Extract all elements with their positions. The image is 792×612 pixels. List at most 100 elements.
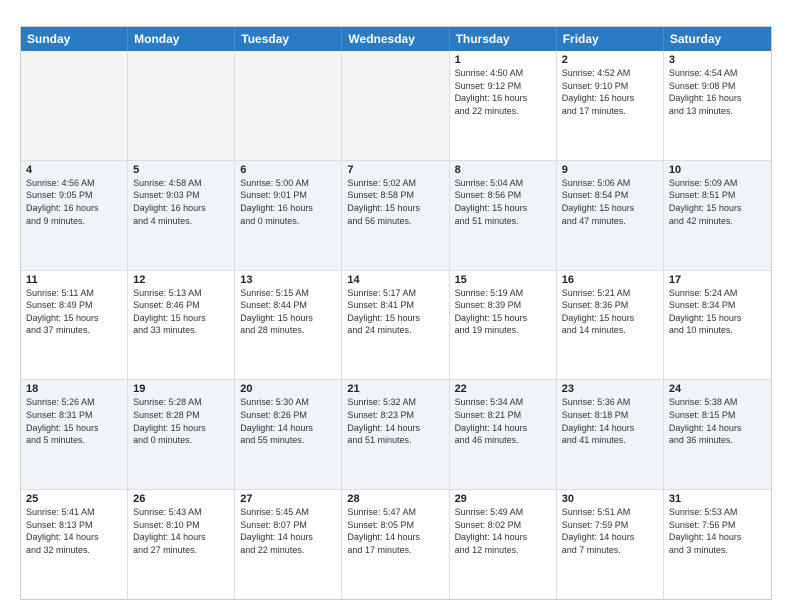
cell-info: Sunrise: 5:30 AM Sunset: 8:26 PM Dayligh… <box>240 396 336 446</box>
calendar-cell: 11Sunrise: 5:11 AM Sunset: 8:49 PM Dayli… <box>21 271 128 380</box>
day-number: 29 <box>455 493 551 505</box>
cell-info: Sunrise: 5:06 AM Sunset: 8:54 PM Dayligh… <box>562 177 658 227</box>
day-number: 5 <box>133 164 229 176</box>
calendar-cell: 8Sunrise: 5:04 AM Sunset: 8:56 PM Daylig… <box>450 161 557 270</box>
calendar-cell: 21Sunrise: 5:32 AM Sunset: 8:23 PM Dayli… <box>342 380 449 489</box>
calendar: SundayMondayTuesdayWednesdayThursdayFrid… <box>20 26 772 600</box>
calendar-body: 1Sunrise: 4:50 AM Sunset: 9:12 PM Daylig… <box>21 51 771 599</box>
day-number: 9 <box>562 164 658 176</box>
day-number: 22 <box>455 383 551 395</box>
cell-info: Sunrise: 5:47 AM Sunset: 8:05 PM Dayligh… <box>347 506 443 556</box>
calendar-cell: 9Sunrise: 5:06 AM Sunset: 8:54 PM Daylig… <box>557 161 664 270</box>
calendar-cell: 6Sunrise: 5:00 AM Sunset: 9:01 PM Daylig… <box>235 161 342 270</box>
day-number: 21 <box>347 383 443 395</box>
day-number: 4 <box>26 164 122 176</box>
day-number: 24 <box>669 383 766 395</box>
cell-info: Sunrise: 5:15 AM Sunset: 8:44 PM Dayligh… <box>240 287 336 337</box>
cell-info: Sunrise: 5:43 AM Sunset: 8:10 PM Dayligh… <box>133 506 229 556</box>
cell-info: Sunrise: 4:58 AM Sunset: 9:03 PM Dayligh… <box>133 177 229 227</box>
cell-info: Sunrise: 4:54 AM Sunset: 9:08 PM Dayligh… <box>669 67 766 117</box>
day-number: 12 <box>133 274 229 286</box>
day-number: 30 <box>562 493 658 505</box>
calendar-cell: 28Sunrise: 5:47 AM Sunset: 8:05 PM Dayli… <box>342 490 449 599</box>
day-number: 26 <box>133 493 229 505</box>
cell-info: Sunrise: 5:34 AM Sunset: 8:21 PM Dayligh… <box>455 396 551 446</box>
cell-info: Sunrise: 5:11 AM Sunset: 8:49 PM Dayligh… <box>26 287 122 337</box>
weekday-header: Sunday <box>21 27 128 51</box>
day-number: 15 <box>455 274 551 286</box>
calendar-cell: 18Sunrise: 5:26 AM Sunset: 8:31 PM Dayli… <box>21 380 128 489</box>
day-number: 13 <box>240 274 336 286</box>
calendar-cell: 23Sunrise: 5:36 AM Sunset: 8:18 PM Dayli… <box>557 380 664 489</box>
day-number: 14 <box>347 274 443 286</box>
calendar-row: 4Sunrise: 4:56 AM Sunset: 9:05 PM Daylig… <box>21 161 771 271</box>
calendar-cell: 25Sunrise: 5:41 AM Sunset: 8:13 PM Dayli… <box>21 490 128 599</box>
day-number: 1 <box>455 54 551 66</box>
calendar-cell: 5Sunrise: 4:58 AM Sunset: 9:03 PM Daylig… <box>128 161 235 270</box>
day-number: 10 <box>669 164 766 176</box>
cell-info: Sunrise: 5:38 AM Sunset: 8:15 PM Dayligh… <box>669 396 766 446</box>
day-number: 17 <box>669 274 766 286</box>
day-number: 8 <box>455 164 551 176</box>
calendar-row: 11Sunrise: 5:11 AM Sunset: 8:49 PM Dayli… <box>21 271 771 381</box>
calendar-cell: 22Sunrise: 5:34 AM Sunset: 8:21 PM Dayli… <box>450 380 557 489</box>
calendar-cell: 29Sunrise: 5:49 AM Sunset: 8:02 PM Dayli… <box>450 490 557 599</box>
cell-info: Sunrise: 4:50 AM Sunset: 9:12 PM Dayligh… <box>455 67 551 117</box>
weekday-header: Friday <box>557 27 664 51</box>
page: General Blue SundayMondayTuesdayWednesda… <box>0 0 792 612</box>
cell-info: Sunrise: 5:41 AM Sunset: 8:13 PM Dayligh… <box>26 506 122 556</box>
calendar-cell: 2Sunrise: 4:52 AM Sunset: 9:10 PM Daylig… <box>557 51 664 160</box>
day-number: 20 <box>240 383 336 395</box>
weekday-header: Wednesday <box>342 27 449 51</box>
day-number: 18 <box>26 383 122 395</box>
cell-info: Sunrise: 5:45 AM Sunset: 8:07 PM Dayligh… <box>240 506 336 556</box>
calendar-cell: 4Sunrise: 4:56 AM Sunset: 9:05 PM Daylig… <box>21 161 128 270</box>
cell-info: Sunrise: 4:52 AM Sunset: 9:10 PM Dayligh… <box>562 67 658 117</box>
calendar-cell: 26Sunrise: 5:43 AM Sunset: 8:10 PM Dayli… <box>128 490 235 599</box>
calendar-cell: 30Sunrise: 5:51 AM Sunset: 7:59 PM Dayli… <box>557 490 664 599</box>
calendar-cell: 15Sunrise: 5:19 AM Sunset: 8:39 PM Dayli… <box>450 271 557 380</box>
cell-info: Sunrise: 4:56 AM Sunset: 9:05 PM Dayligh… <box>26 177 122 227</box>
day-number: 31 <box>669 493 766 505</box>
day-number: 3 <box>669 54 766 66</box>
calendar-cell: 19Sunrise: 5:28 AM Sunset: 8:28 PM Dayli… <box>128 380 235 489</box>
calendar-cell: 17Sunrise: 5:24 AM Sunset: 8:34 PM Dayli… <box>664 271 771 380</box>
calendar-cell <box>21 51 128 160</box>
weekday-header: Saturday <box>664 27 771 51</box>
calendar-cell: 12Sunrise: 5:13 AM Sunset: 8:46 PM Dayli… <box>128 271 235 380</box>
day-number: 7 <box>347 164 443 176</box>
calendar-cell: 1Sunrise: 4:50 AM Sunset: 9:12 PM Daylig… <box>450 51 557 160</box>
cell-info: Sunrise: 5:24 AM Sunset: 8:34 PM Dayligh… <box>669 287 766 337</box>
day-number: 6 <box>240 164 336 176</box>
cell-info: Sunrise: 5:53 AM Sunset: 7:56 PM Dayligh… <box>669 506 766 556</box>
cell-info: Sunrise: 5:00 AM Sunset: 9:01 PM Dayligh… <box>240 177 336 227</box>
calendar-row: 25Sunrise: 5:41 AM Sunset: 8:13 PM Dayli… <box>21 490 771 599</box>
calendar-cell: 16Sunrise: 5:21 AM Sunset: 8:36 PM Dayli… <box>557 271 664 380</box>
calendar-header: SundayMondayTuesdayWednesdayThursdayFrid… <box>21 27 771 51</box>
weekday-header: Tuesday <box>235 27 342 51</box>
cell-info: Sunrise: 5:26 AM Sunset: 8:31 PM Dayligh… <box>26 396 122 446</box>
calendar-cell: 24Sunrise: 5:38 AM Sunset: 8:15 PM Dayli… <box>664 380 771 489</box>
cell-info: Sunrise: 5:09 AM Sunset: 8:51 PM Dayligh… <box>669 177 766 227</box>
cell-info: Sunrise: 5:13 AM Sunset: 8:46 PM Dayligh… <box>133 287 229 337</box>
calendar-cell: 10Sunrise: 5:09 AM Sunset: 8:51 PM Dayli… <box>664 161 771 270</box>
calendar-cell: 13Sunrise: 5:15 AM Sunset: 8:44 PM Dayli… <box>235 271 342 380</box>
cell-info: Sunrise: 5:49 AM Sunset: 8:02 PM Dayligh… <box>455 506 551 556</box>
day-number: 27 <box>240 493 336 505</box>
day-number: 25 <box>26 493 122 505</box>
cell-info: Sunrise: 5:32 AM Sunset: 8:23 PM Dayligh… <box>347 396 443 446</box>
day-number: 23 <box>562 383 658 395</box>
calendar-cell: 27Sunrise: 5:45 AM Sunset: 8:07 PM Dayli… <box>235 490 342 599</box>
calendar-cell: 20Sunrise: 5:30 AM Sunset: 8:26 PM Dayli… <box>235 380 342 489</box>
calendar-cell: 31Sunrise: 5:53 AM Sunset: 7:56 PM Dayli… <box>664 490 771 599</box>
cell-info: Sunrise: 5:36 AM Sunset: 8:18 PM Dayligh… <box>562 396 658 446</box>
cell-info: Sunrise: 5:21 AM Sunset: 8:36 PM Dayligh… <box>562 287 658 337</box>
cell-info: Sunrise: 5:17 AM Sunset: 8:41 PM Dayligh… <box>347 287 443 337</box>
calendar-cell: 7Sunrise: 5:02 AM Sunset: 8:58 PM Daylig… <box>342 161 449 270</box>
weekday-header: Monday <box>128 27 235 51</box>
day-number: 2 <box>562 54 658 66</box>
cell-info: Sunrise: 5:04 AM Sunset: 8:56 PM Dayligh… <box>455 177 551 227</box>
day-number: 19 <box>133 383 229 395</box>
day-number: 28 <box>347 493 443 505</box>
calendar-cell: 3Sunrise: 4:54 AM Sunset: 9:08 PM Daylig… <box>664 51 771 160</box>
